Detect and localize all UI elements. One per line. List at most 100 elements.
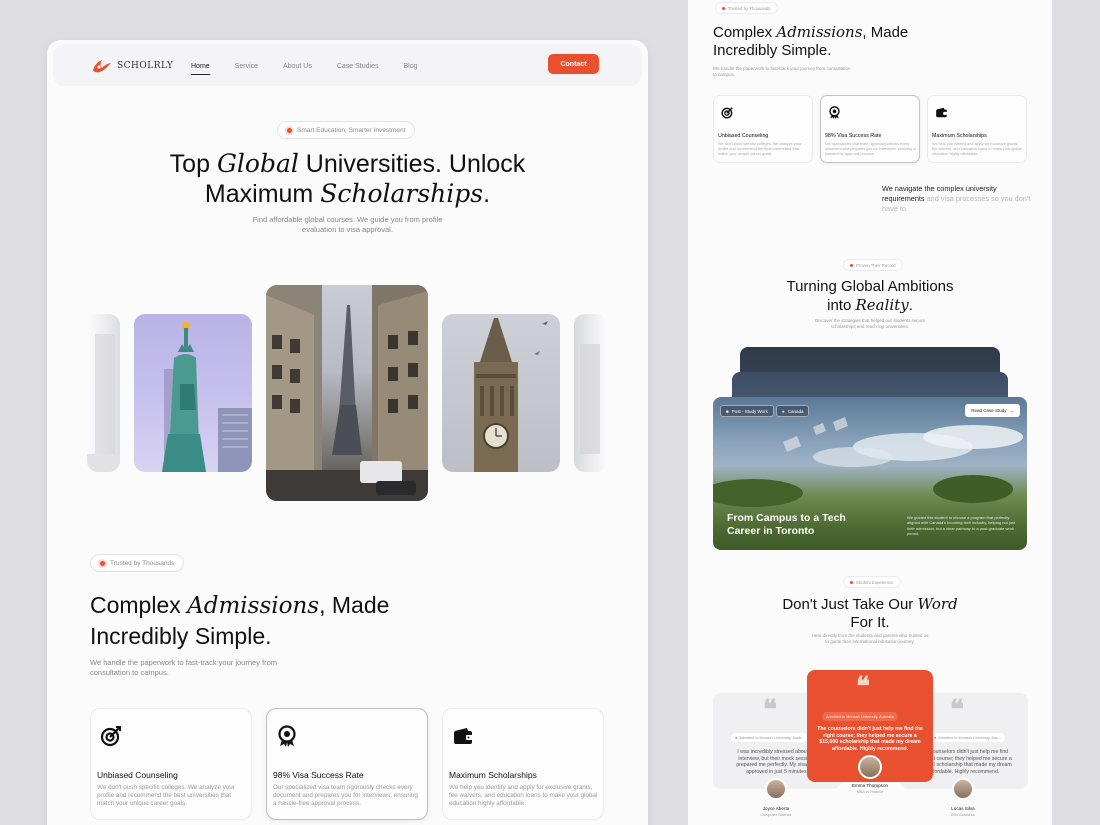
hero-subtitle-line: Find affordable global courses. We guide… <box>252 215 443 224</box>
big-ben-photo[interactable] <box>442 314 560 472</box>
results-subtitle-line: scholarships and reach top universities. <box>830 324 910 329</box>
trusted-pill-small: Trusted by Thousands <box>715 2 778 14</box>
statue-of-liberty-photo[interactable] <box>134 314 252 472</box>
feature-card-counseling[interactable]: Unbiased Counseling We don't push specif… <box>90 708 252 820</box>
testimonials-title-italic: Word <box>917 595 958 613</box>
case-study-tag-work: ■ Post - Study Work <box>720 405 774 417</box>
feature-card-title: Maximum Scholarships <box>449 770 537 780</box>
hero-title-part: Top <box>169 150 217 178</box>
feature-card-title: 98% Visa Success Rate <box>825 133 882 139</box>
testimonials-subtitle-line: to guide their international education j… <box>825 639 915 644</box>
hero-title-italic: Scholarships <box>320 179 484 208</box>
features-title-italic: Admissions <box>776 23 863 41</box>
eiffel-tower-photo[interactable] <box>266 285 428 501</box>
read-case-study-button[interactable]: Read Case Study → <box>965 404 1020 417</box>
brand-logo[interactable]: SCHOLRLY <box>91 58 173 74</box>
trusted-pill-small-label: Trusted by Thousands <box>728 5 771 11</box>
testimonial-text: The counselors didn't just help me find … <box>817 726 923 752</box>
case-study-tag-country: ● Canada <box>776 405 810 417</box>
case-study-tag-label: Post - Study Work <box>731 408 768 414</box>
hero-title-part: Maximum <box>204 180 321 208</box>
hero-title-italic: Global <box>216 149 299 178</box>
proven-pill-label: Proven Their Record <box>856 262 896 268</box>
avatar-joyce <box>765 778 787 800</box>
features-title-line: Incredibly Simple. <box>713 42 832 59</box>
results-subtitle: Discover the strategies that helped our … <box>688 318 1052 330</box>
navigate-statement: We navigate the complex university requi… <box>882 184 1032 214</box>
arrow-right-icon: → <box>1009 408 1015 413</box>
person-role: BSc Business <box>951 813 975 817</box>
main-nav: Home Service About Us Case Studies Blog <box>191 63 442 75</box>
features-title-part: Complex <box>713 24 777 41</box>
nav-about-us[interactable]: About Us <box>283 63 312 70</box>
hero-subtitle: Find affordable global courses. We guide… <box>47 215 648 235</box>
award-icon <box>829 106 840 119</box>
nav-home[interactable]: Home <box>191 63 210 75</box>
feature-card-counseling-small[interactable]: Unbiased Counseling We don't push specif… <box>713 95 813 163</box>
case-study-heading: From Campus to a Tech Career in Toronto <box>727 512 846 538</box>
hero-subtitle-line: evaluation to visa approval. <box>302 225 393 234</box>
pill-dot-icon <box>100 560 105 566</box>
feature-card-visa-small[interactable]: 98% Visa Success Rate Our specialized vi… <box>820 95 920 163</box>
case-study-heading-line: Career in Toronto <box>727 525 815 537</box>
avatar-lucas <box>952 778 974 800</box>
features-title-part: , Made <box>319 592 390 618</box>
brand-name: SCHOLRLY <box>117 61 174 71</box>
logo-icon <box>93 60 111 73</box>
proven-pill: Proven Their Record <box>843 259 903 271</box>
trusted-pill: Trusted by Thousands <box>90 554 185 572</box>
location-pin-icon: ● <box>782 408 785 414</box>
feature-card-desc: Our specialized visa team rigorously che… <box>825 142 916 156</box>
results-title-italic: Reality <box>855 296 909 314</box>
admission-badge-label: Admitted to Monash University, Australia <box>826 714 894 719</box>
feature-card-desc: We help you identify and apply for exclu… <box>932 142 1022 156</box>
nav-blog[interactable]: Blog <box>403 63 417 70</box>
feature-card-title: Unbiased Counseling <box>97 770 178 780</box>
features-title-part: Complex <box>90 592 188 618</box>
feature-card-scholarships[interactable]: Maximum Scholarships We help you identif… <box>442 708 604 820</box>
quote-icon: ❝ <box>763 695 777 725</box>
feature-card-desc: We don't push specific colleges. We anal… <box>718 142 802 156</box>
case-study-heading-line: From Campus to a Tech <box>727 512 846 524</box>
location-pin-icon: ● <box>934 735 937 740</box>
carousel-photo-faded-right <box>574 314 607 472</box>
admission-badge-label: Admitted to Monash University, Aus... <box>938 735 1002 740</box>
testimonials-title: Don't Just Take Our Word For It. <box>688 595 1052 632</box>
landing-page-preview: Trusted by Thousands Complex Admissions,… <box>688 0 1052 825</box>
results-title: Turning Global Ambitions into Reality. <box>688 278 1052 315</box>
case-study-tag-label: Canada <box>787 408 804 414</box>
case-study-card[interactable]: ■ Post - Study Work ● Canada Read Case Stu… <box>713 397 1027 550</box>
student-experience-pill: Student Experience <box>843 576 901 588</box>
wallet-icon <box>454 728 473 744</box>
hero-title-part: Universities. Unlock <box>298 150 526 178</box>
hero-pill-label: Smart Education, Smarter Investment <box>297 126 406 134</box>
results-title-part: into <box>827 297 856 314</box>
features-subtitle-small: We handle the paperwork to fast-track yo… <box>713 66 851 77</box>
hero-title: Top Global Universities. Unlock Maximum … <box>47 149 648 209</box>
admission-badge: ● Admitted to Monash University, Aus... <box>930 733 1006 742</box>
features-title-small: Complex Admissions, Made Incredibly Simp… <box>713 23 908 60</box>
avatar-emma <box>858 755 882 779</box>
hero-title-part: . <box>483 180 491 208</box>
award-icon <box>278 725 296 747</box>
nav-case-studies[interactable]: Case Studies <box>337 63 379 70</box>
quote-icon: ❝ <box>856 672 870 702</box>
testimonials-title-part: Don't Just Take Our <box>782 596 918 613</box>
pill-dot-icon <box>850 263 853 267</box>
briefcase-icon: ■ <box>726 408 729 414</box>
testimonials-title-line: For It. <box>850 614 890 631</box>
target-icon <box>100 726 121 747</box>
admission-badge: Admitted to Monash University, Australia <box>822 712 898 721</box>
case-study-description: We guided this student to choose a progr… <box>907 515 1016 536</box>
wallet-icon <box>936 107 948 118</box>
nav-service[interactable]: Service <box>235 63 258 70</box>
person-role: Computer Science <box>760 813 792 817</box>
feature-card-scholarships-small[interactable]: Maximum Scholarships We help you identif… <box>927 95 1027 163</box>
feature-card-visa[interactable]: 98% Visa Success Rate Our specialized vi… <box>266 708 428 820</box>
feature-card-title: Unbiased Counseling <box>718 133 769 139</box>
navbar: SCHOLRLY Home Service About Us Case Stud… <box>53 44 642 86</box>
location-pin-icon: ● <box>735 735 738 740</box>
pill-dot-icon <box>850 580 853 584</box>
person-name: Joyce Aberta <box>762 806 790 811</box>
contact-button[interactable]: Contact <box>548 54 599 74</box>
